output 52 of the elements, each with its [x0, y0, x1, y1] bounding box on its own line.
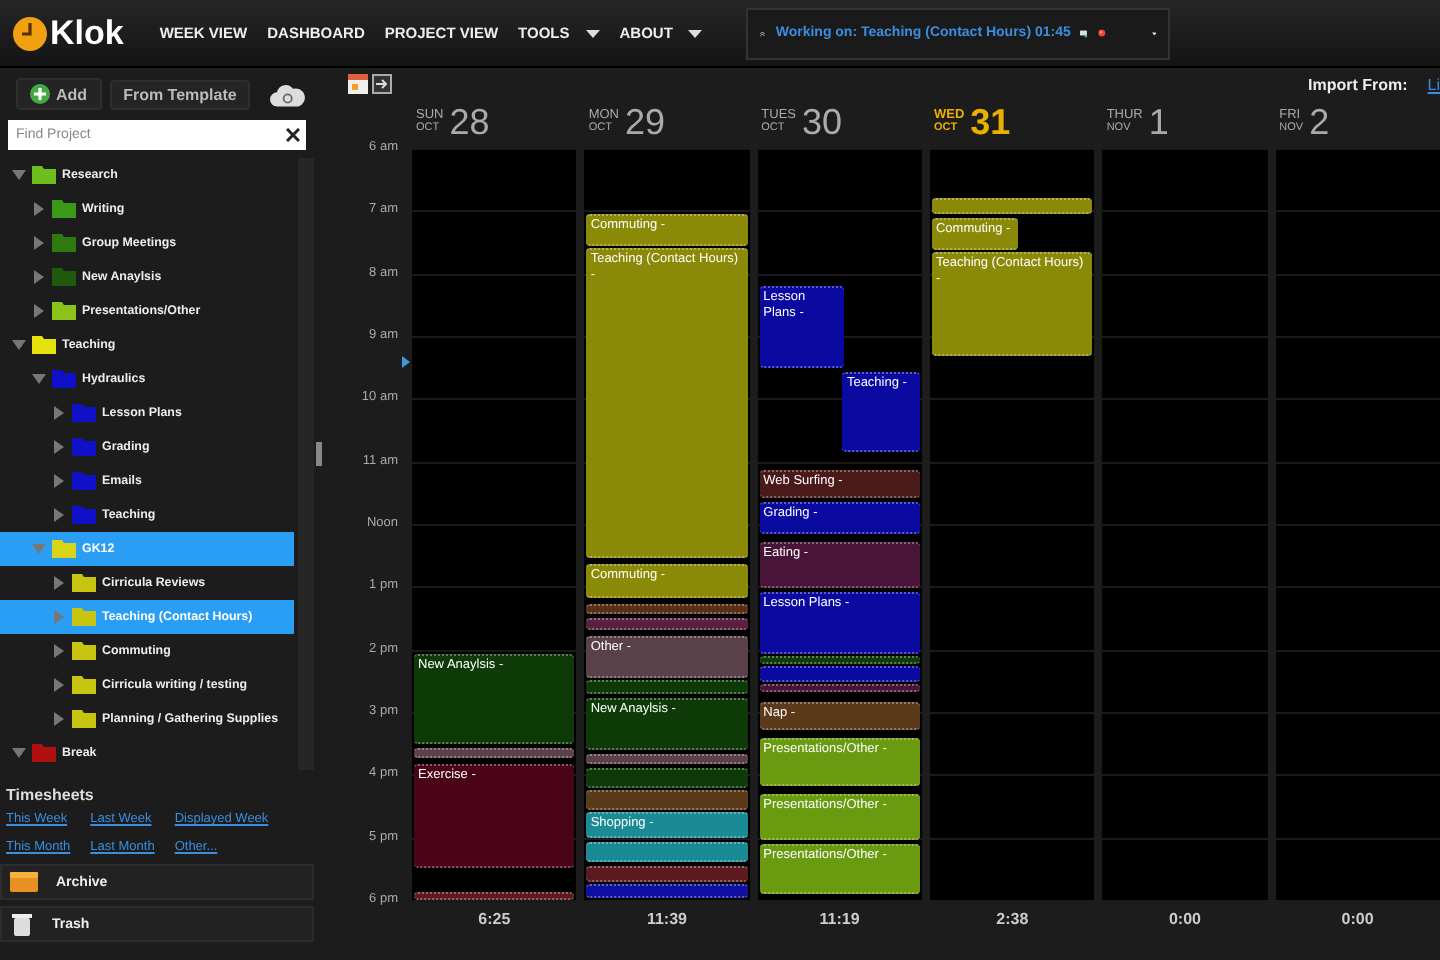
- tree-arrow-icon[interactable]: [52, 644, 66, 658]
- day-total: 0:00: [1166, 909, 1203, 927]
- cloud-sync-icon[interactable]: [270, 81, 306, 107]
- close-icon: [285, 128, 299, 142]
- calendar-event[interactable]: [586, 603, 748, 615]
- plus-icon: [30, 84, 50, 104]
- from-template-button[interactable]: From Template: [109, 79, 251, 109]
- clear-button[interactable]: [278, 120, 306, 150]
- tree-arrow-icon[interactable]: [52, 406, 66, 420]
- section-heading: Timesheets: [6, 786, 96, 804]
- calendar-event[interactable]: [414, 748, 575, 759]
- scrollbar[interactable]: [298, 158, 314, 770]
- calendar-event[interactable]: [586, 618, 748, 631]
- tree-arrow-icon[interactable]: [12, 168, 26, 182]
- tree-arrow-icon[interactable]: [52, 678, 66, 692]
- day-total: 2:38: [994, 909, 1031, 927]
- tree-arrow-icon[interactable]: [32, 202, 46, 216]
- calendar-event[interactable]: [586, 789, 748, 810]
- tree-arrow-icon[interactable]: [12, 746, 26, 760]
- calendar-event[interactable]: [586, 753, 748, 764]
- calendar-event[interactable]: [586, 841, 748, 863]
- day-total: 11:39: [644, 909, 689, 927]
- tree-arrow-icon[interactable]: [52, 474, 66, 488]
- app-name: Klok: [50, 13, 124, 53]
- tree-arrow-icon[interactable]: [52, 508, 66, 522]
- tree-arrow-icon[interactable]: [52, 440, 66, 454]
- tree-arrow-icon[interactable]: [32, 236, 46, 250]
- caret-icon[interactable]: [1152, 29, 1157, 37]
- calendar-event[interactable]: [759, 683, 920, 692]
- calendar-event[interactable]: [586, 767, 748, 788]
- resize-handle[interactable]: [316, 442, 322, 466]
- calendar-event[interactable]: [759, 655, 920, 665]
- archive-box-icon: [10, 872, 38, 892]
- tree-arrow-icon[interactable]: [32, 372, 46, 386]
- trash-icon: [10, 912, 34, 936]
- day-total: 0:00: [1339, 909, 1376, 927]
- calendar-event[interactable]: [586, 866, 748, 883]
- tree-arrow-icon[interactable]: [32, 270, 46, 284]
- sidebar-toggle-icon[interactable]: [372, 74, 392, 94]
- import-link[interactable]: Li: [1427, 75, 1440, 93]
- add-button[interactable]: Add: [16, 78, 102, 110]
- clock-logo-icon: [12, 15, 48, 51]
- caret-icon[interactable]: [585, 29, 600, 37]
- day-total: 6:25: [476, 909, 513, 927]
- import-label: Import From:: [1307, 75, 1408, 93]
- tree-arrow-icon[interactable]: [12, 338, 26, 352]
- tree-arrow-icon[interactable]: [52, 712, 66, 726]
- day-total: 11:19: [817, 909, 862, 927]
- caret-icon[interactable]: [688, 29, 703, 37]
- tree-arrow-icon[interactable]: [32, 304, 46, 318]
- calendar-event[interactable]: [414, 891, 575, 900]
- tree-arrow-icon[interactable]: [52, 576, 66, 590]
